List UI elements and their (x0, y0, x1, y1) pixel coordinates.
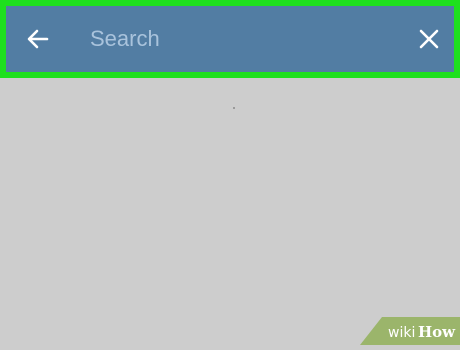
back-button[interactable] (24, 26, 52, 52)
watermark-how: How (418, 323, 456, 341)
artifact-dot (233, 107, 235, 109)
watermark-wiki: wiki (388, 325, 415, 341)
arrow-left-icon (27, 29, 49, 49)
search-toolbar (6, 6, 454, 72)
wikihow-watermark: wiki How (360, 317, 460, 345)
close-button[interactable] (416, 26, 442, 52)
search-input[interactable] (90, 22, 390, 56)
close-icon (419, 29, 439, 49)
search-results-area (0, 78, 460, 345)
